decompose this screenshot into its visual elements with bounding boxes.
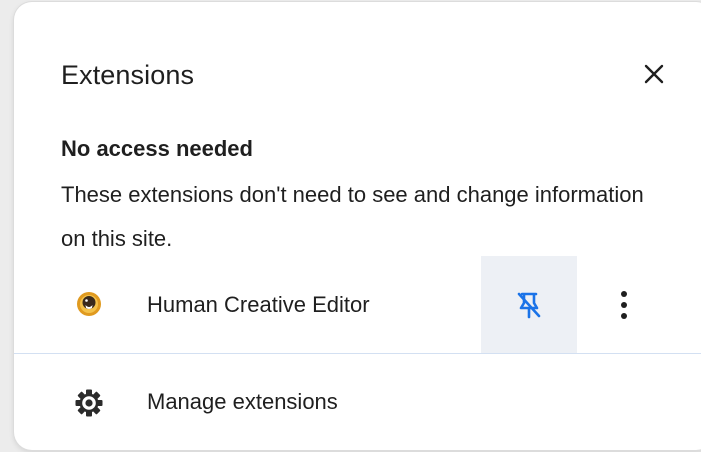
manage-extensions-button[interactable]: Manage extensions xyxy=(14,354,701,450)
popup-title: Extensions xyxy=(61,60,195,90)
extension-name: Human Creative Editor xyxy=(147,292,370,317)
gear-icon xyxy=(75,389,103,417)
extension-logo-icon xyxy=(77,292,101,316)
extensions-popup: Extensions No access needed These extens… xyxy=(14,2,701,450)
unpin-icon xyxy=(517,292,541,318)
page-background: Extensions No access needed These extens… xyxy=(0,0,701,452)
manage-extensions-label: Manage extensions xyxy=(147,389,338,414)
no-access-description: These extensions don't need to see and c… xyxy=(61,182,644,251)
extension-row[interactable]: Human Creative Editor xyxy=(14,256,701,353)
close-button[interactable] xyxy=(638,58,670,90)
close-icon xyxy=(644,64,664,84)
extension-menu-button[interactable] xyxy=(606,282,642,328)
more-vertical-icon xyxy=(621,291,627,319)
unpin-button[interactable] xyxy=(481,256,577,353)
no-access-heading: No access needed xyxy=(61,136,253,161)
